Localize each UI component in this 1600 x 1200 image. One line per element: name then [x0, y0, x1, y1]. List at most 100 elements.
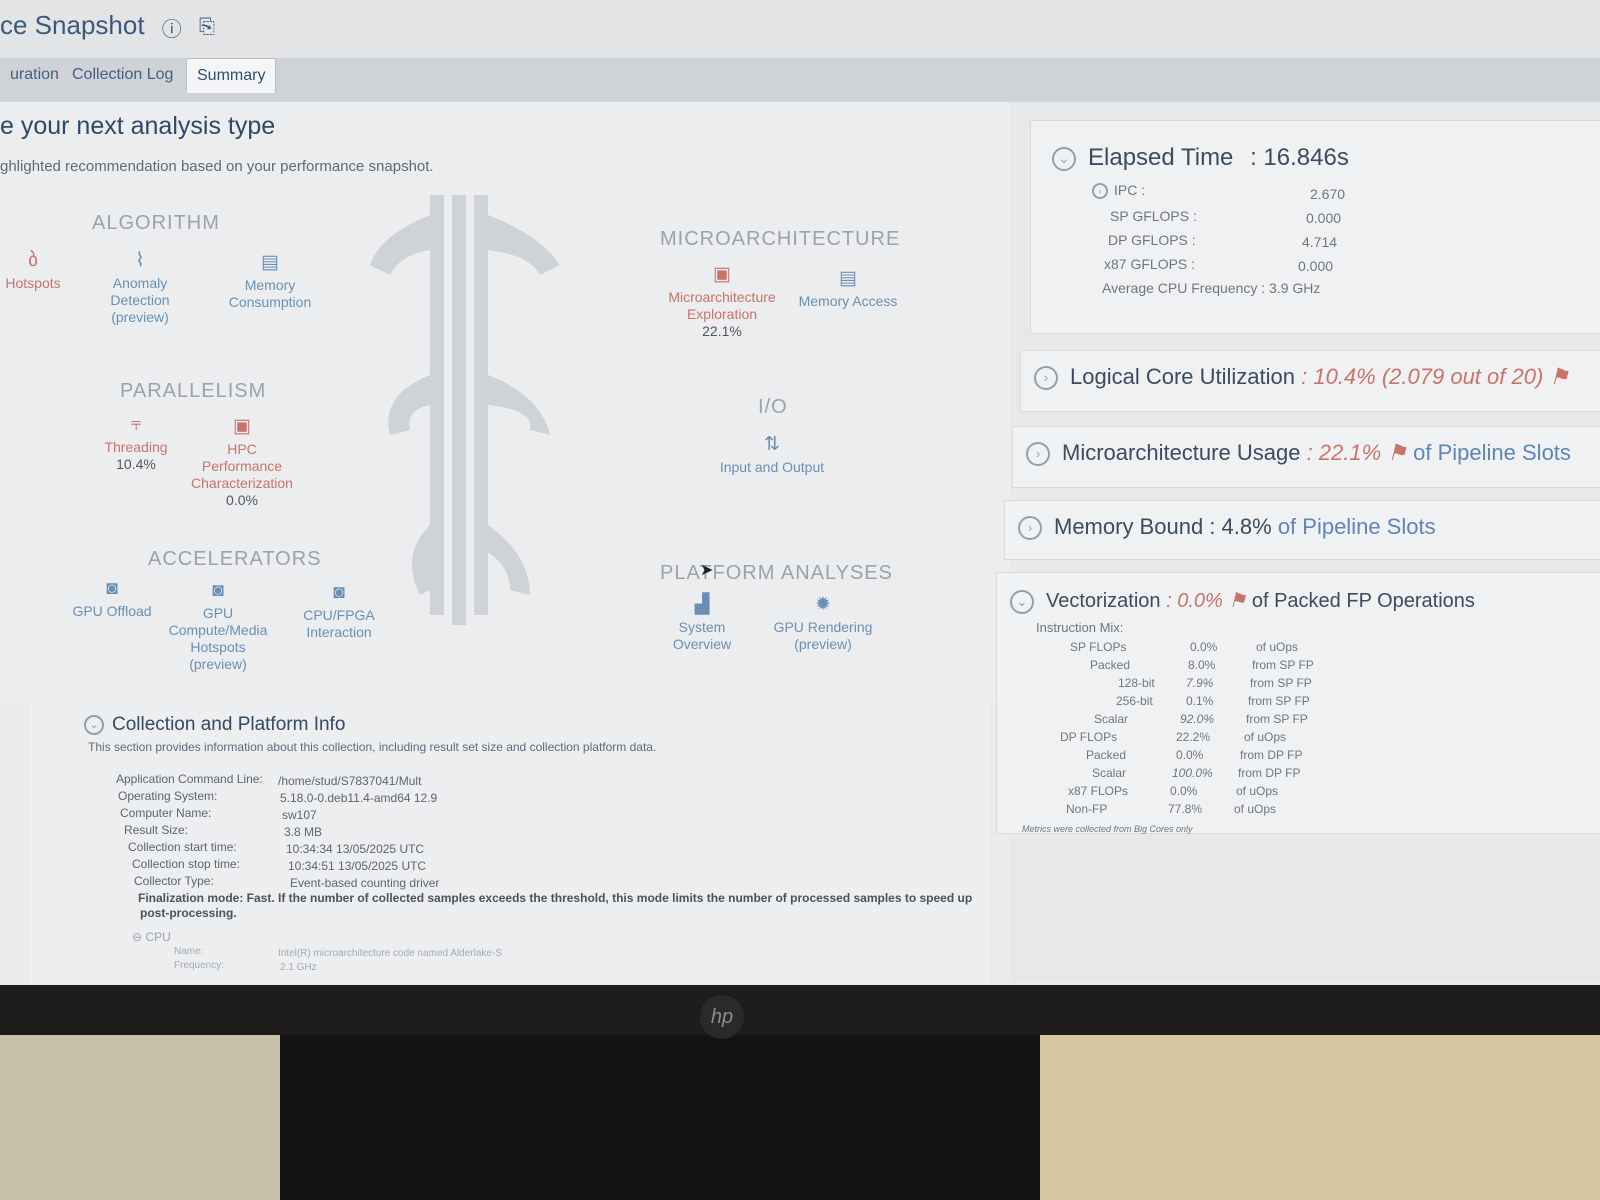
sp-packed-label: Packed — [1090, 658, 1131, 672]
field-value: 10:34:34 13/05/2025 UTC — [286, 842, 425, 856]
section-platform: PLATFORM ANALYSES — [660, 562, 893, 584]
field-label: Computer Name: — [120, 806, 212, 820]
mouse-cursor-icon: ➤ — [700, 562, 714, 579]
expand-icon[interactable]: › — [1018, 516, 1042, 541]
dp-scalar-unit: from DP FP — [1238, 766, 1301, 780]
x87-flops-value: 0.0% — [1170, 784, 1198, 798]
expand-icon[interactable]: › — [1092, 183, 1108, 200]
input-output-analysis[interactable]: ⇅ Input and Output — [710, 435, 834, 476]
cpu-frequency-value: 2.1 GHz — [280, 962, 317, 973]
gpu-icon: ◙ — [212, 580, 224, 601]
threading-icon: ⫧ — [130, 414, 142, 435]
dp-scalar-value: 100.0% — [1172, 766, 1213, 780]
gpu-icon: ◙ — [106, 578, 118, 599]
collection-info-header[interactable]: ⌄ Collection and Platform Info — [84, 714, 345, 736]
sp-scalar-value: 92.0% — [1180, 712, 1215, 726]
sp-256bit-value: 0.1% — [1186, 694, 1214, 708]
expand-icon[interactable]: ⌄ — [1052, 146, 1076, 171]
cpu-section[interactable]: ⊖ CPU — [132, 930, 171, 944]
field-label: Collection stop time: — [132, 857, 241, 871]
memory-bound-header[interactable]: › Memory Bound : 4.8% of Pipeline Slots — [1018, 514, 1436, 541]
logical-core-header[interactable]: › Logical Core Utilization : 10.4% (2.079… — [1034, 364, 1570, 391]
dp-packed-label: Packed — [1086, 748, 1127, 762]
hpc-characterization-analysis[interactable]: ▣ HPC Performance Characterization 0.0% — [182, 416, 302, 509]
analysis-flow-arrows — [370, 195, 560, 625]
collection-description: This section provides information about … — [88, 740, 657, 754]
question-circle-icon[interactable]: ⓘ — [162, 13, 182, 42]
section-parallelism: PARALLELISM — [120, 380, 267, 402]
vectorization-header[interactable]: ⌄ Vectorization : 0.0% ⚑ of Packed FP Ope… — [1010, 588, 1475, 614]
flag-icon: ⚑ — [1549, 364, 1570, 389]
elapsed-time-header[interactable]: ⌄ Elapsed Time : 16.846s — [1052, 144, 1349, 172]
desk-surface — [1040, 1035, 1600, 1200]
non-fp-label: Non-FP — [1066, 802, 1108, 816]
sp-flops-unit: of uOps — [1256, 640, 1299, 654]
field-value: sw107 — [282, 808, 317, 822]
tab-summary[interactable]: Summary — [186, 58, 277, 93]
x87-flops-unit: of uOps — [1236, 784, 1279, 798]
field-label: Collection start time: — [128, 840, 237, 854]
window-title: ce Snapshot ⓘ ⎘ — [0, 10, 216, 42]
sp-128bit-unit: from SP FP — [1250, 676, 1312, 690]
section-algorithm: ALGORITHM — [92, 212, 220, 234]
expand-icon[interactable]: ⌄ — [1010, 589, 1034, 614]
field-value: 5.18.0-0.deb11.4-amd64 12.9 — [280, 791, 438, 805]
sp-scalar-unit: from SP FP — [1246, 712, 1308, 726]
finalization-mode-cont: post-processing. — [140, 906, 237, 920]
dp-flops-label: DP FLOPs — [1060, 730, 1118, 744]
dp-packed-unit: from DP FP — [1240, 748, 1303, 762]
sp-packed-value: 8.0% — [1188, 658, 1216, 672]
sp-gflops-value: 0.000 — [1306, 210, 1342, 226]
expand-icon[interactable]: › — [1026, 442, 1050, 467]
dp-packed-value: 0.0% — [1176, 748, 1204, 762]
x87-gflops-row: x87 GFLOPS : — [1104, 256, 1196, 272]
monitor-stand — [280, 1035, 1040, 1200]
cpu-fpga-analysis[interactable]: ◙ CPU/FPGA Interaction — [296, 583, 382, 641]
microarchitecture-usage-header[interactable]: › Microarchitecture Usage : 22.1% ⚑ of Pi… — [1026, 440, 1571, 467]
non-fp-unit: of uOps — [1234, 802, 1277, 816]
gpu-offload-analysis[interactable]: ◙ GPU Offload — [66, 578, 158, 620]
memory-access-analysis[interactable]: ▤ Memory Access — [790, 269, 906, 310]
expand-icon[interactable]: › — [1034, 366, 1058, 391]
system-overview-analysis[interactable]: ▟ System Overview — [664, 595, 740, 653]
section-accelerators: ACCELERATORS — [148, 548, 322, 570]
gpu-rendering-analysis[interactable]: ✹ GPU Rendering (preview) — [768, 594, 878, 653]
sp-packed-unit: from SP FP — [1252, 658, 1314, 672]
pin-icon[interactable]: ⎘ — [199, 16, 215, 39]
tab-collection-log[interactable]: Collection Log — [62, 58, 183, 92]
cpu-name-label: Name: — [174, 946, 204, 957]
cpu-name-value: Intel(R) microarchitecture code named Al… — [278, 948, 502, 959]
sp-gflops-row: SP GFLOPS : — [1110, 208, 1197, 224]
section-microarchitecture: MICROARCHITECTURE — [660, 228, 901, 250]
field-value: 3.8 MB — [284, 825, 323, 839]
expand-icon[interactable]: ⌄ — [84, 714, 104, 735]
memory-consumption-analysis[interactable]: ▤ Memory Consumption — [220, 252, 320, 311]
instruction-mix-label: Instruction Mix: — [1036, 620, 1124, 635]
threading-analysis[interactable]: ⫧ Threading 10.4% — [96, 414, 176, 473]
gpu-compute-hotspots-analysis[interactable]: ◙ GPU Compute/Media Hotspots (preview) — [166, 580, 270, 673]
non-fp-value: 77.8% — [1168, 802, 1203, 816]
memory-icon: ▤ — [261, 252, 279, 273]
collapse-icon[interactable]: ⊖ — [132, 930, 142, 944]
ipc-value: 2.670 — [1310, 186, 1346, 202]
sp-128bit-label: 128-bit — [1118, 676, 1155, 690]
microarchitecture-exploration-analysis[interactable]: ▣ Microarchitecture Exploration 22.1% — [652, 265, 792, 340]
gear-icon: ✹ — [815, 594, 831, 615]
hotspots-analysis[interactable]: ბ Hotspots — [0, 251, 66, 292]
ipc-row: › IPC : — [1092, 182, 1145, 200]
sp-256bit-unit: from SP FP — [1248, 694, 1310, 708]
monitor-screen: ce Snapshot ⓘ ⎘ uration Collection Log S… — [0, 0, 1600, 985]
field-label: Collector Type: — [134, 874, 214, 888]
sp-scalar-label: Scalar — [1094, 712, 1129, 726]
metrics-footnote: Metrics were collected from Big Cores on… — [1022, 824, 1193, 834]
dp-scalar-label: Scalar — [1092, 766, 1127, 780]
tab-configuration[interactable]: uration — [0, 58, 69, 92]
flag-icon: ⚑ — [1387, 440, 1408, 465]
anomaly-detection-analysis[interactable]: ⌇ Anomaly Detection (preview) — [100, 251, 180, 326]
sp-128bit-value: 7.9% — [1186, 676, 1214, 690]
dp-flops-unit: of uOps — [1244, 730, 1287, 744]
section-io: I/O — [758, 396, 788, 418]
page-title: e your next analysis type — [0, 112, 276, 140]
chip-icon: ▣ — [233, 416, 251, 437]
page-subtitle: ghlighted recommendation based on your p… — [0, 158, 434, 175]
